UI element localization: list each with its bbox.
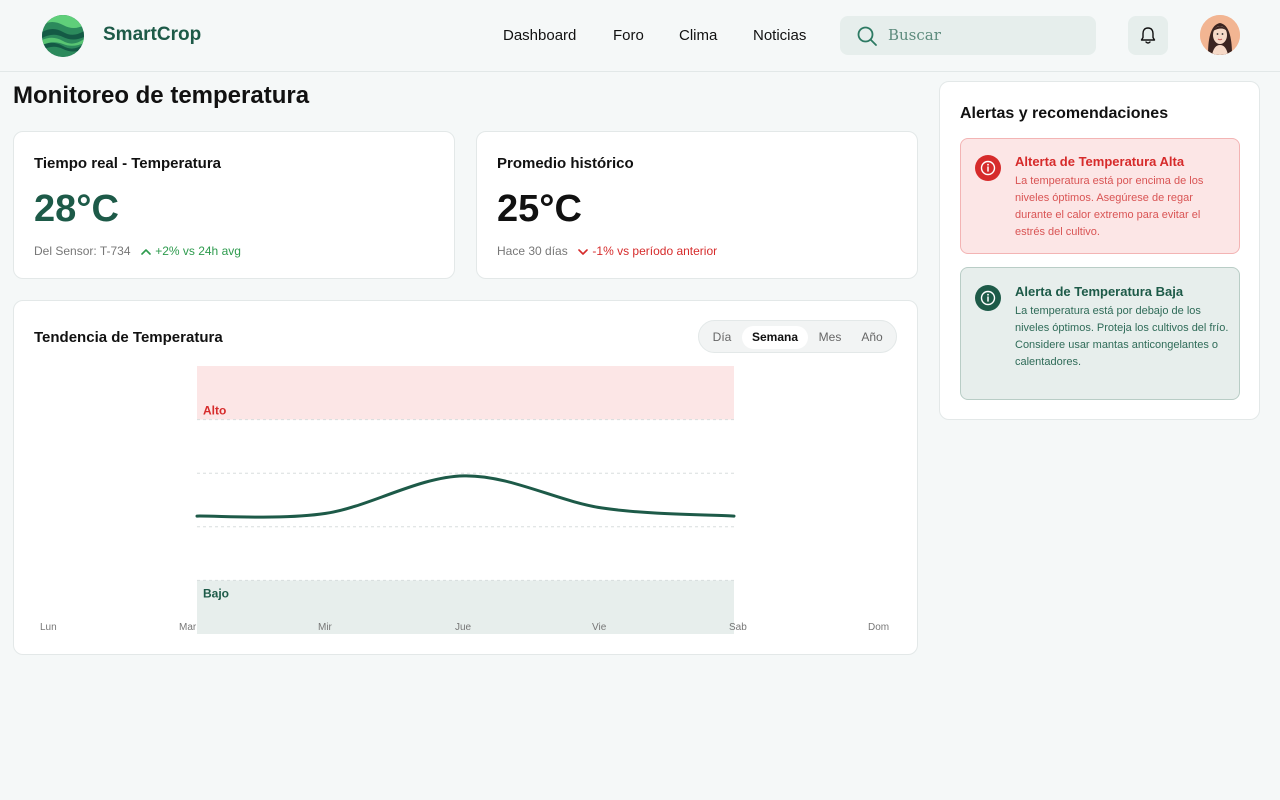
historic-average-card: Promedio histórico 25°C Hace 30 días -1%… <box>476 131 918 279</box>
historic-card-title: Promedio histórico <box>497 155 634 172</box>
x-tick-mir: Mir <box>318 622 332 633</box>
alerts-panel-title: Alertas y recomendaciones <box>960 105 1169 122</box>
low-temperature-alert[interactable]: Alerta de Temperatura Baja La temperatur… <box>960 267 1240 400</box>
x-tick-vie: Vie <box>592 622 607 633</box>
high-alert-title: Alterta de Temperatura Alta <box>1015 154 1185 169</box>
smartcrop-logo-icon[interactable] <box>42 15 84 57</box>
period-option-ano[interactable]: Año <box>852 326 892 349</box>
arrow-up-icon <box>141 249 151 255</box>
x-tick-jue: Jue <box>455 622 472 633</box>
temperature-trend-card: Tendencia de Temperatura <box>13 300 918 655</box>
alert-info-icon <box>975 155 1001 181</box>
historic-temperature-value: 25°C <box>497 188 582 230</box>
historic-delta: -1% vs período anterior <box>592 244 718 258</box>
realtime-card-title: Tiempo real - Temperatura <box>34 155 222 172</box>
x-tick-lun: Lun <box>40 622 57 633</box>
top-navigation-bar: SmartCrop Dashboard Foro Clima Noticias <box>0 0 1280 72</box>
realtime-delta: +2% vs 24h avg <box>155 244 241 258</box>
nav-item-noticias[interactable]: Noticias <box>753 27 806 44</box>
arrow-down-icon <box>578 249 588 255</box>
alert-info-icon <box>975 285 1001 311</box>
high-alert-text: La temperatura está por encima de los ni… <box>1015 175 1204 238</box>
realtime-temperature-card: Tiempo real - Temperatura 28°C Del Senso… <box>13 131 455 279</box>
x-tick-sab: Sab <box>729 622 747 633</box>
trend-card-title: Tendencia de Temperatura <box>34 329 223 346</box>
search-box <box>840 16 1096 55</box>
period-toggle: Día Semana Mes Año <box>698 320 897 353</box>
low-alert-text: La temperatura está por debajo de los ni… <box>1015 305 1229 368</box>
realtime-temperature-value: 28°C <box>34 188 119 230</box>
bell-icon <box>1140 27 1156 44</box>
nav-item-foro[interactable]: Foro <box>613 27 644 44</box>
nav-item-dashboard[interactable]: Dashboard <box>503 27 576 44</box>
app-name[interactable]: SmartCrop <box>103 24 201 46</box>
x-tick-dom: Dom <box>868 622 890 633</box>
period-option-dia[interactable]: Día <box>705 326 739 349</box>
user-avatar[interactable] <box>1200 15 1240 55</box>
page-title: Monitoreo de temperatura <box>13 82 310 109</box>
sensor-source: Del Sensor: T-734 <box>34 244 131 258</box>
x-tick-mar: Mar <box>179 622 197 633</box>
nav-item-clima[interactable]: Clima <box>679 27 717 44</box>
period-option-semana[interactable]: Semana <box>742 326 808 349</box>
historic-period: Hace 30 días <box>497 244 568 258</box>
high-temperature-alert[interactable]: Alterta de Temperatura Alta La temperatu… <box>960 138 1240 254</box>
period-option-mes[interactable]: Mes <box>811 326 849 349</box>
search-icon <box>857 26 877 46</box>
search-input[interactable] <box>888 24 1084 46</box>
notifications-button[interactable] <box>1128 16 1168 55</box>
low-alert-title: Alerta de Temperatura Baja <box>1015 284 1184 299</box>
historic-meta: Hace 30 días -1% vs período anterior <box>497 244 717 258</box>
realtime-meta: Del Sensor: T-734 +2% vs 24h avg <box>34 244 241 258</box>
